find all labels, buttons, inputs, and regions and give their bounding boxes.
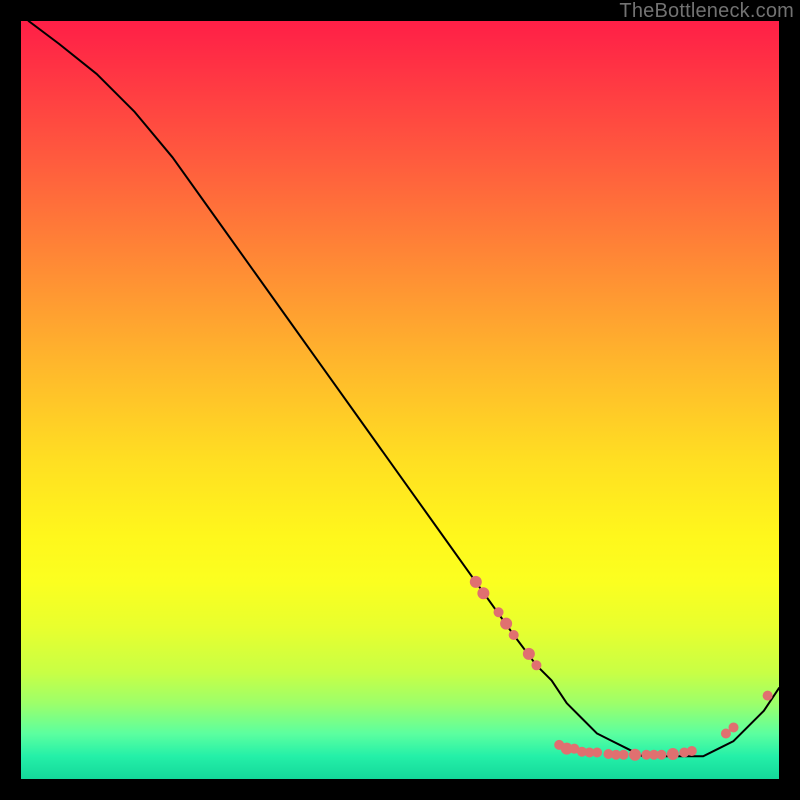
data-marker [763,691,773,701]
data-marker [603,749,613,759]
data-marker [657,750,667,760]
data-marker [554,740,564,750]
data-marker [531,660,541,670]
data-marker [729,722,739,732]
data-marker [721,729,731,739]
data-marker [687,746,697,756]
data-marker [592,747,602,757]
data-marker [679,747,689,757]
data-marker [649,750,659,760]
data-marker [667,748,679,760]
chart-plot-area [21,21,779,779]
chart-svg [21,21,779,779]
data-marker [585,747,595,757]
data-marker [611,750,621,760]
data-marker [629,749,641,761]
data-marker [500,618,512,630]
data-marker [477,587,489,599]
data-marker [494,607,504,617]
chart-markers [470,576,773,761]
data-marker [641,750,651,760]
data-marker [561,743,573,755]
data-marker [470,576,482,588]
data-marker [619,750,629,760]
data-marker [509,630,519,640]
watermark-text: TheBottleneck.com [619,0,794,23]
data-marker [523,648,535,660]
data-marker [569,744,579,754]
data-marker [577,747,587,757]
bottleneck-curve [29,21,779,756]
chart-stage: TheBottleneck.com [0,0,800,800]
